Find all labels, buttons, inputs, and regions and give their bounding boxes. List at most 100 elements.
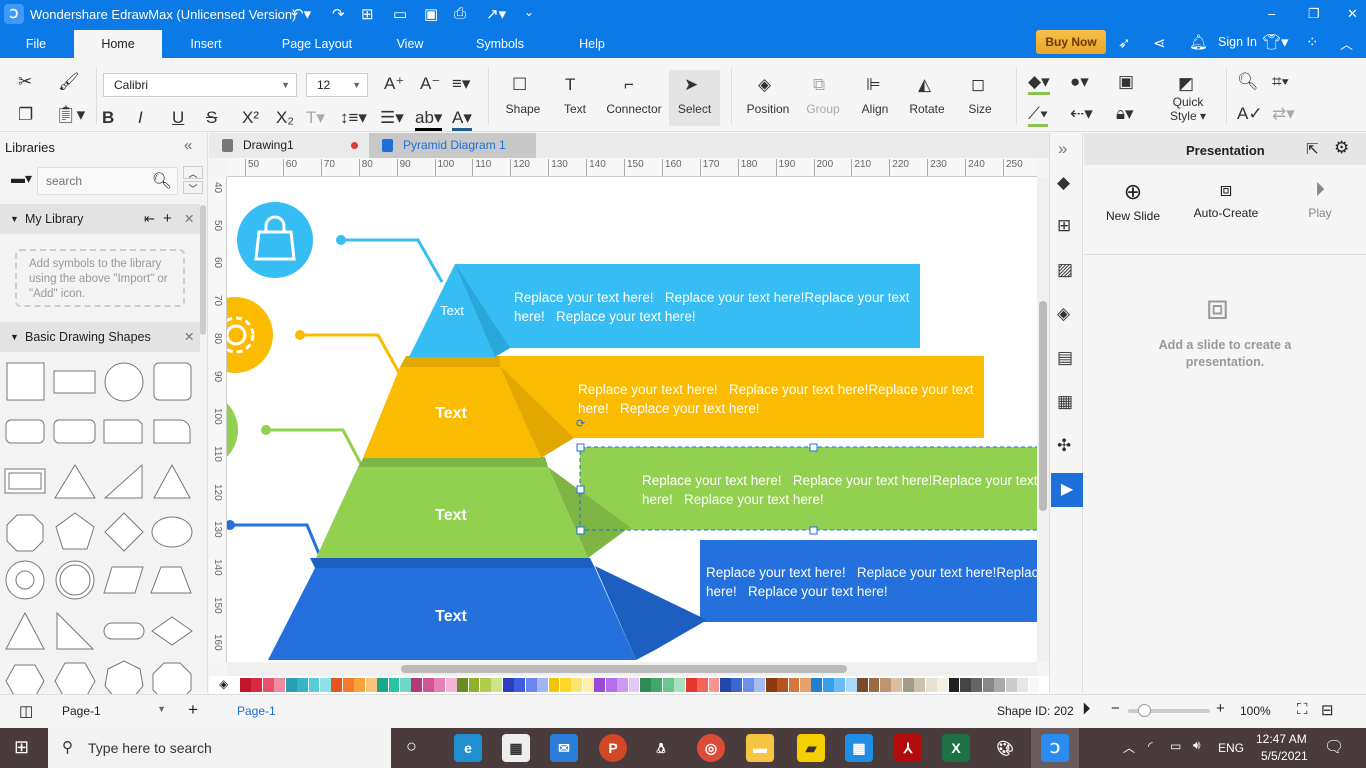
subscript-icon[interactable]: X₂ — [276, 108, 294, 128]
rotate-icon[interactable]: ◭ — [918, 75, 931, 95]
export-panel-icon[interactable]: ⇱ — [1306, 140, 1319, 158]
bold-icon[interactable]: B — [102, 108, 114, 128]
basic-shapes-header[interactable]: ▼ Basic Drawing Shapes ✕ — [0, 322, 200, 352]
quick-style-button[interactable]: Quick Style ▾ — [1164, 95, 1212, 123]
highlight-icon[interactable]: ab▾ — [415, 108, 443, 131]
color-swatch[interactable] — [731, 678, 743, 692]
decrease-font-icon[interactable]: A⁻ — [420, 74, 440, 94]
presentation-tab-icon[interactable]: ▶ — [1051, 473, 1083, 507]
zoom-slider-thumb[interactable] — [1138, 704, 1152, 717]
color-swatch[interactable] — [262, 678, 274, 692]
new-file-icon[interactable]: ⊞ — [361, 5, 374, 23]
level-3-description[interactable]: Replace your text here! Replace your tex… — [642, 471, 1037, 509]
position-icon[interactable]: ◈ — [758, 75, 771, 95]
shape-heptagon[interactable] — [104, 660, 144, 695]
color-swatch[interactable] — [411, 678, 423, 692]
text-style-icon[interactable]: T▾ — [306, 108, 325, 128]
calendar-icon[interactable]: ▦ — [845, 734, 873, 762]
color-swatch[interactable] — [765, 678, 777, 692]
page-icon[interactable]: ▤ — [1057, 348, 1073, 368]
color-swatch[interactable] — [891, 678, 903, 692]
shape-isosceles[interactable] — [5, 611, 45, 650]
fit-width-icon[interactable]: ⊟ — [1321, 701, 1334, 719]
shape-icon[interactable]: ☐ — [512, 75, 527, 95]
chrome-icon[interactable]: ◎ — [697, 734, 725, 762]
paste-icon[interactable]: 📋︎▾ — [55, 105, 85, 125]
color-swatch[interactable] — [720, 678, 731, 692]
shape-right-triangle[interactable] — [103, 463, 143, 499]
theme-icon[interactable]: 👕︎▾ — [1262, 33, 1289, 51]
color-swatch[interactable] — [662, 678, 674, 692]
layers-icon[interactable]: ◈ — [1057, 304, 1070, 324]
connector-button[interactable]: Connector — [602, 102, 666, 116]
play-icon[interactable]: ⏵ — [1082, 699, 1091, 719]
shape-octagon-2[interactable] — [152, 662, 192, 695]
image-icon[interactable]: ▨ — [1057, 260, 1073, 280]
vertical-scrollbar[interactable] — [1037, 177, 1049, 662]
bullets-icon[interactable]: ☰▾ — [380, 108, 404, 128]
play-button[interactable]: ⏵ Play — [1290, 179, 1350, 220]
color-swatch[interactable] — [617, 678, 629, 692]
buy-now-button[interactable]: Buy Now — [1036, 30, 1106, 54]
align-icon[interactable]: ⊫ — [866, 75, 881, 95]
select-button[interactable]: ➤ Select — [669, 70, 720, 126]
color-swatch[interactable] — [502, 678, 514, 692]
resize-handle[interactable] — [809, 443, 818, 452]
paint-icon[interactable]: 🎨︎ — [991, 734, 1019, 762]
align-button[interactable]: Align — [855, 102, 895, 116]
level-1-label[interactable]: Text — [440, 303, 464, 318]
color-swatch[interactable] — [708, 678, 720, 692]
shape-parallelogram[interactable] — [103, 566, 144, 594]
clock-date[interactable]: 5/5/2021 — [1261, 749, 1308, 763]
shape-hexagon[interactable] — [5, 664, 45, 695]
volume-icon[interactable]: 🔊︎ — [1193, 738, 1201, 753]
color-swatch[interactable] — [994, 678, 1006, 692]
color-swatch[interactable] — [480, 678, 491, 692]
zoom-slider[interactable] — [1128, 704, 1210, 717]
language-indicator[interactable]: ENG — [1218, 741, 1244, 755]
color-swatch[interactable] — [685, 678, 697, 692]
save-icon[interactable]: ▣ — [424, 5, 438, 23]
shape-hexagon-2[interactable] — [54, 662, 96, 695]
strikethrough-icon[interactable]: S — [206, 108, 217, 128]
shape-rounded-rect-2[interactable] — [53, 419, 96, 444]
library-menu-icon[interactable]: ▬▾ — [11, 170, 32, 187]
taskbar-search[interactable]: ⚲ Type here to search — [48, 728, 391, 768]
library-scrollbar[interactable] — [200, 205, 206, 335]
color-swatch[interactable] — [320, 678, 331, 692]
level-2-label[interactable]: Text — [435, 405, 467, 422]
scroll-up-icon[interactable]: ︿ — [183, 166, 203, 179]
page-select[interactable]: Page-1 ▼ — [62, 704, 166, 718]
text-tool-icon[interactable]: T — [565, 75, 575, 95]
notifications-icon[interactable]: 🗨︎ — [1324, 737, 1344, 757]
color-swatch[interactable] — [868, 678, 880, 692]
shadow-icon[interactable]: ●▾ — [1070, 72, 1089, 92]
shape-diamond[interactable] — [104, 512, 144, 552]
zoom-out-icon[interactable]: − — [1111, 700, 1120, 717]
resize-handle[interactable] — [576, 526, 585, 535]
share-icon[interactable]: ⋖ — [1153, 34, 1166, 52]
color-swatch[interactable] — [1017, 678, 1029, 692]
color-swatch[interactable] — [960, 678, 971, 692]
color-swatch[interactable] — [651, 678, 663, 692]
text-button[interactable]: Text — [555, 102, 595, 116]
acrobat-icon[interactable]: ⅄ — [894, 734, 922, 762]
shape-snip-rect[interactable] — [103, 419, 143, 444]
position-button[interactable]: Position — [742, 102, 794, 116]
rotate-button[interactable]: Rotate — [904, 102, 950, 116]
copy-icon[interactable]: ❐ — [18, 105, 33, 125]
resize-handle[interactable] — [576, 443, 585, 452]
color-swatch[interactable] — [800, 678, 811, 692]
shape-capsule[interactable] — [103, 622, 145, 640]
line-style-icon[interactable]: ⇠▾ — [1070, 104, 1093, 124]
font-size-select[interactable]: 12 ▼ — [306, 73, 368, 97]
clock-time[interactable]: 12:47 AM — [1256, 732, 1307, 746]
color-swatch[interactable] — [914, 678, 926, 692]
close-icon[interactable]: ✕ — [184, 204, 194, 234]
store-icon[interactable]: ▦ — [502, 734, 530, 762]
sticky-notes-icon[interactable]: ▰ — [797, 734, 825, 762]
color-swatch[interactable] — [880, 678, 891, 692]
line-spacing-icon[interactable]: ↕≡▾ — [340, 108, 367, 128]
menu-help[interactable]: Help — [566, 30, 618, 58]
color-swatch[interactable] — [571, 678, 583, 692]
